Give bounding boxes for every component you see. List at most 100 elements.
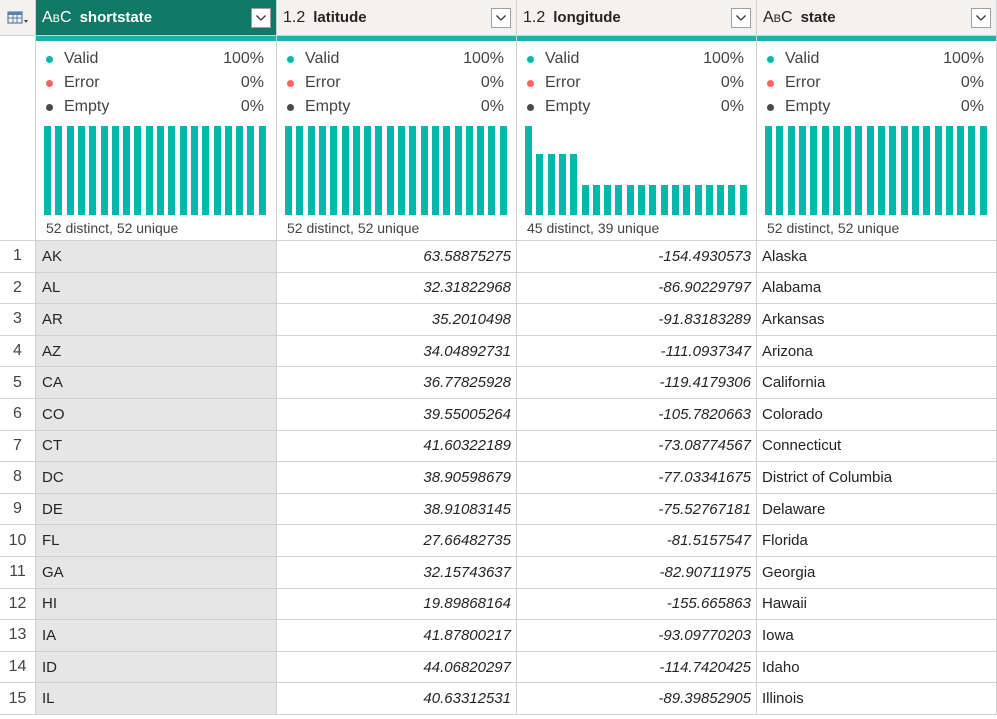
distribution-bar[interactable]: [330, 126, 338, 215]
cell-latitude[interactable]: 34.04892731: [277, 335, 517, 368]
table-row[interactable]: 2 AL 32.31822968 -86.90229797 Alabama: [0, 272, 997, 305]
distribution-bar[interactable]: [660, 184, 668, 215]
distribution-bar[interactable]: [923, 126, 931, 215]
distribution-bar[interactable]: [570, 154, 578, 215]
cell-shortstate[interactable]: DE: [36, 493, 277, 526]
filter-dropdown-button[interactable]: [491, 7, 511, 28]
column-name[interactable]: shortstate: [80, 9, 251, 26]
distribution-bar[interactable]: [536, 154, 544, 215]
cell-shortstate[interactable]: IA: [36, 620, 277, 652]
cell-state[interactable]: Florida: [757, 525, 997, 557]
cell-state[interactable]: Alaska: [757, 241, 997, 273]
cell-state[interactable]: Arkansas: [757, 304, 997, 336]
distribution-bar[interactable]: [55, 126, 63, 215]
distribution-bar[interactable]: [649, 184, 657, 215]
cell-state[interactable]: Delaware: [757, 493, 997, 526]
distribution-bar[interactable]: [776, 126, 784, 215]
distribution-bar[interactable]: [821, 126, 829, 215]
cell-longitude[interactable]: -81.5157547: [517, 525, 757, 557]
cell-latitude[interactable]: 19.89868164: [277, 588, 517, 621]
table-row[interactable]: 14 ID 44.06820297 -114.7420425 Idaho: [0, 651, 997, 684]
cell-latitude[interactable]: 40.63312531: [277, 683, 517, 715]
text-type-icon[interactable]: ABC: [42, 9, 72, 27]
distribution-bar[interactable]: [296, 126, 304, 215]
distribution-bar[interactable]: [765, 126, 772, 215]
distribution-bar[interactable]: [420, 126, 428, 215]
table-row[interactable]: 13 IA 41.87800217 -93.09770203 Iowa: [0, 620, 997, 652]
cell-shortstate[interactable]: HI: [36, 588, 277, 621]
row-number[interactable]: 4: [0, 335, 36, 368]
row-number[interactable]: 7: [0, 430, 36, 463]
distribution-bar[interactable]: [443, 126, 451, 215]
cell-state[interactable]: Idaho: [757, 651, 997, 684]
row-number[interactable]: 1: [0, 241, 36, 273]
distribution-bar[interactable]: [398, 126, 405, 215]
distribution-bar[interactable]: [945, 126, 953, 215]
decimal-type-icon[interactable]: 1.2: [523, 9, 545, 27]
column-name[interactable]: longitude: [553, 9, 731, 26]
distribution-bar[interactable]: [604, 184, 612, 215]
distribution-bar[interactable]: [431, 126, 439, 215]
cell-state[interactable]: Georgia: [757, 557, 997, 589]
cell-latitude[interactable]: 41.60322189: [277, 430, 517, 463]
distribution-bar[interactable]: [968, 126, 976, 215]
distribution-bar[interactable]: [558, 154, 566, 215]
distribution-bar[interactable]: [889, 126, 897, 215]
distribution-bar[interactable]: [224, 126, 232, 215]
cell-latitude[interactable]: 35.2010498: [277, 304, 517, 336]
cell-longitude[interactable]: -119.4179306: [517, 367, 757, 399]
cell-longitude[interactable]: -77.03341675: [517, 462, 757, 494]
distribution-bar[interactable]: [77, 126, 85, 215]
cell-state[interactable]: Arizona: [757, 335, 997, 368]
distribution-bar[interactable]: [236, 126, 244, 215]
cell-shortstate[interactable]: AR: [36, 304, 277, 336]
cell-state[interactable]: Illinois: [757, 683, 997, 715]
cell-shortstate[interactable]: FL: [36, 525, 277, 557]
row-number[interactable]: 12: [0, 588, 36, 621]
distribution-bar[interactable]: [111, 126, 119, 215]
text-type-icon[interactable]: ABC: [763, 9, 793, 27]
distribution-bar[interactable]: [307, 126, 315, 215]
cell-longitude[interactable]: -91.83183289: [517, 304, 757, 336]
row-number[interactable]: 11: [0, 557, 36, 589]
distribution-bar[interactable]: [375, 126, 383, 215]
distribution-bar[interactable]: [739, 184, 747, 215]
cell-longitude[interactable]: -86.90229797: [517, 272, 757, 305]
distribution-bar[interactable]: [341, 126, 349, 215]
row-number[interactable]: 8: [0, 462, 36, 494]
distribution-bar[interactable]: [409, 126, 417, 215]
column-name[interactable]: state: [801, 9, 971, 26]
cell-longitude[interactable]: -82.90711975: [517, 557, 757, 589]
row-number[interactable]: 5: [0, 367, 36, 399]
distribution-bar[interactable]: [89, 126, 97, 215]
distribution-bar[interactable]: [100, 126, 108, 215]
table-row[interactable]: 8 DC 38.90598679 -77.03341675 District of Co…: [0, 462, 997, 494]
cell-latitude[interactable]: 41.87800217: [277, 620, 517, 652]
row-number[interactable]: 6: [0, 399, 36, 431]
distribution-bar[interactable]: [66, 126, 74, 215]
column-header-longitude[interactable]: 1.2 longitude: [517, 0, 757, 36]
distribution-bar[interactable]: [179, 126, 187, 215]
distribution-bar[interactable]: [798, 126, 806, 215]
distribution-bar[interactable]: [168, 126, 176, 215]
distribution-bar[interactable]: [810, 126, 818, 215]
table-row[interactable]: 5 CA 36.77825928 -119.4179306 California: [0, 367, 997, 399]
cell-latitude[interactable]: 36.77825928: [277, 367, 517, 399]
cell-latitude[interactable]: 63.58875275: [277, 241, 517, 273]
column-name[interactable]: latitude: [313, 9, 491, 26]
row-number[interactable]: 9: [0, 493, 36, 526]
distribution-bar[interactable]: [364, 126, 372, 215]
table-row[interactable]: 4 AZ 34.04892731 -111.0937347 Arizona: [0, 335, 997, 368]
row-number[interactable]: 2: [0, 272, 36, 305]
filter-dropdown-button[interactable]: [731, 7, 751, 28]
cell-shortstate[interactable]: IL: [36, 683, 277, 715]
table-row[interactable]: 11 GA 32.15743637 -82.90711975 Georgia: [0, 557, 997, 589]
cell-longitude[interactable]: -93.09770203: [517, 620, 757, 652]
cell-state[interactable]: District of Columbia: [757, 462, 997, 494]
distribution-bar[interactable]: [134, 126, 142, 215]
cell-shortstate[interactable]: ID: [36, 651, 277, 684]
distribution-bar[interactable]: [477, 126, 485, 215]
row-number[interactable]: 10: [0, 525, 36, 557]
distribution-bar[interactable]: [488, 126, 496, 215]
distribution-bar[interactable]: [855, 126, 863, 215]
